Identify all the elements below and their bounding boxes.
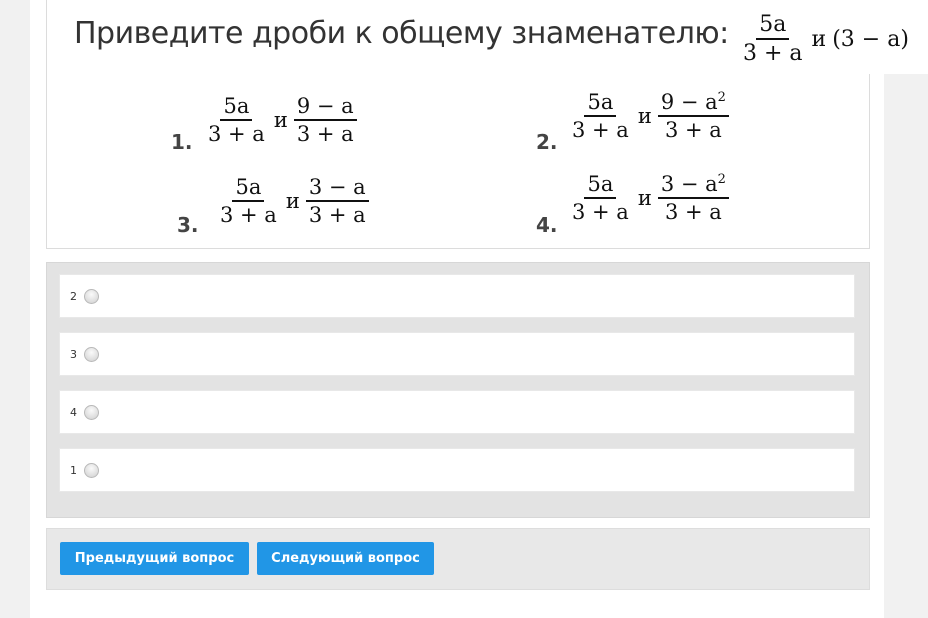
option-2-conjunction: и bbox=[637, 104, 652, 128]
option-2-right-numerator-exponent: 2 bbox=[717, 90, 726, 105]
option-3-right-fraction: 3 − a 3 + a bbox=[305, 175, 369, 227]
option-number-2: 2. bbox=[536, 130, 558, 154]
option-2-left-numerator: 5a bbox=[584, 90, 617, 117]
option-number-1: 1. bbox=[171, 130, 193, 154]
option-4-left-denominator: 3 + a bbox=[572, 200, 629, 224]
option-4-right-denominator: 3 + a bbox=[664, 200, 722, 224]
option-2-right-fraction: 9 − a2 3 + a bbox=[657, 90, 729, 142]
answer-option-3[interactable]: 3 bbox=[59, 332, 855, 376]
option-3-right-denominator: 3 + a bbox=[308, 203, 366, 227]
option-number-3: 3. bbox=[177, 213, 199, 237]
answer-label: 3 bbox=[70, 347, 77, 361]
option-1-right-denominator: 3 + a bbox=[296, 122, 354, 146]
next-question-button[interactable]: Следующий вопрос bbox=[257, 542, 434, 575]
question-expression: (3 − a) bbox=[832, 26, 909, 52]
answer-option-1[interactable]: 1 bbox=[59, 448, 855, 492]
answer-option-2[interactable]: 2 bbox=[59, 274, 855, 318]
option-1-conjunction: и bbox=[273, 108, 288, 132]
option-3-left-fraction: 5a 3 + a bbox=[217, 175, 280, 227]
option-2-math: 5a 3 + a и 9 − a2 3 + a bbox=[569, 90, 729, 142]
option-4-conjunction: и bbox=[637, 186, 652, 210]
option-1-left-fraction: 5a 3 + a bbox=[205, 94, 268, 146]
radio-button[interactable] bbox=[84, 404, 99, 420]
option-4-left-fraction: 5a 3 + a bbox=[569, 172, 632, 224]
option-3-conjunction: и bbox=[285, 189, 300, 213]
answer-label: 2 bbox=[70, 289, 77, 303]
question-fraction-denominator: 3 + a bbox=[743, 41, 803, 66]
option-1-right-fraction: 9 − a 3 + a bbox=[293, 94, 357, 146]
option-1-left-numerator: 5a bbox=[220, 94, 253, 121]
option-4-right-numerator-exponent: 2 bbox=[717, 172, 726, 187]
option-2-right-denominator: 3 + a bbox=[664, 118, 722, 142]
question-math: 5a 3 + a и (3 − a) bbox=[740, 12, 909, 66]
option-3-left-denominator: 3 + a bbox=[220, 203, 277, 227]
radio-button[interactable] bbox=[84, 346, 99, 362]
question-header: Приведите дроби к общему знаменателю: 5a… bbox=[70, 0, 928, 74]
option-2-right-numerator-base: 9 − a bbox=[660, 90, 718, 114]
option-2-right-numerator: 9 − a2 bbox=[657, 90, 729, 117]
radio-button[interactable] bbox=[84, 288, 99, 304]
option-1-right-numerator: 9 − a bbox=[293, 94, 357, 121]
question-fraction-numerator: 5a bbox=[756, 12, 790, 40]
option-2-left-fraction: 5a 3 + a bbox=[569, 90, 632, 142]
answers-box: 2 3 4 1 bbox=[46, 262, 870, 518]
option-1-math: 5a 3 + a и 9 − a 3 + a bbox=[205, 94, 357, 146]
option-4-right-numerator-base: 3 − a bbox=[660, 172, 718, 196]
option-3-right-numerator-base: 3 − a bbox=[308, 175, 366, 199]
option-3-math: 5a 3 + a и 3 − a 3 + a bbox=[217, 175, 369, 227]
option-4-left-numerator: 5a bbox=[584, 172, 617, 199]
answer-label: 1 bbox=[70, 463, 77, 477]
option-4-math: 5a 3 + a и 3 − a2 3 + a bbox=[569, 172, 729, 224]
option-4-right-numerator: 3 − a2 bbox=[657, 172, 729, 199]
radio-button[interactable] bbox=[84, 462, 99, 478]
navigation-bar: Предыдущий вопрос Следующий вопрос bbox=[46, 528, 870, 590]
question-prompt: Приведите дроби к общему знаменателю: bbox=[74, 16, 729, 51]
option-2-left-denominator: 3 + a bbox=[572, 118, 629, 142]
option-4-right-fraction: 3 − a2 3 + a bbox=[657, 172, 729, 224]
option-3-left-numerator: 5a bbox=[232, 175, 265, 202]
answer-option-4[interactable]: 4 bbox=[59, 390, 855, 434]
previous-question-button[interactable]: Предыдущий вопрос bbox=[60, 542, 249, 575]
question-fraction: 5a 3 + a bbox=[740, 12, 806, 66]
option-number-4: 4. bbox=[536, 213, 558, 237]
answer-label: 4 bbox=[70, 405, 77, 419]
question-conjunction: и bbox=[811, 26, 827, 52]
option-1-right-numerator-base: 9 − a bbox=[296, 94, 354, 118]
option-3-right-numerator: 3 − a bbox=[305, 175, 369, 202]
option-1-left-denominator: 3 + a bbox=[208, 122, 265, 146]
